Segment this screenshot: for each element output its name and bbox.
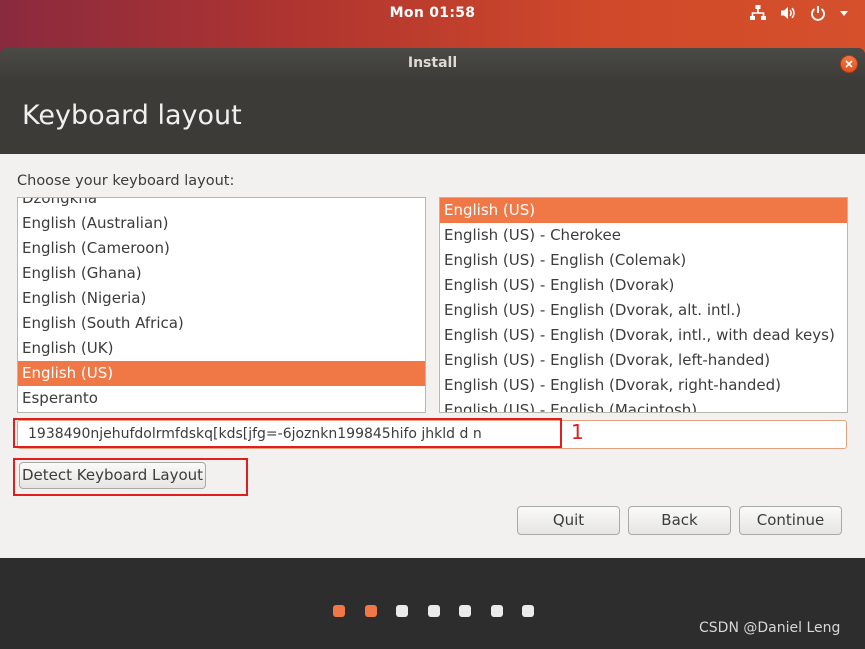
progress-dot: [364, 605, 377, 617]
variant-list-item[interactable]: English (US) - English (Dvorak, intl., w…: [440, 323, 847, 348]
layout-list[interactable]: Dzongkha English (Australian) English (Cam…: [17, 197, 426, 413]
watermark: CSDN @Daniel Leng: [699, 620, 841, 636]
progress-dot: [459, 605, 471, 617]
layout-list-item[interactable]: English (South Africa): [18, 311, 425, 336]
window-title: Install: [407, 55, 458, 71]
page-content: Choose your keyboard layout: Dzongkha Eng…: [0, 154, 865, 558]
progress-dot: [333, 605, 345, 617]
page-title: Keyboard layout: [22, 100, 242, 131]
layout-list-item[interactable]: English (Nigeria): [18, 286, 425, 311]
variant-list-item[interactable]: English (US) - Cherokee: [440, 223, 847, 248]
progress-dot: [490, 605, 503, 617]
layout-list-item[interactable]: English (UK): [18, 336, 425, 361]
variant-list-item[interactable]: English (US) - English (Dvorak, right-ha…: [440, 373, 847, 398]
variant-list-item[interactable]: English (US) - English (Dvorak): [440, 273, 847, 298]
layout-list-item[interactable]: English (US): [18, 361, 425, 386]
continue-button[interactable]: Continue: [739, 506, 842, 535]
variant-list-item[interactable]: English (US) - English (Colemak): [440, 248, 847, 273]
page-header: Keyboard layout: [0, 81, 865, 154]
variant-list-item[interactable]: English (US) - English (Dvorak, alt. int…: [440, 298, 847, 323]
power-icon[interactable]: [809, 4, 827, 22]
layout-list-item[interactable]: English (Cameroon): [18, 236, 425, 261]
layout-list-item[interactable]: Dzongkha: [18, 198, 425, 211]
clock[interactable]: Mon 01:58: [0, 5, 865, 21]
top-panel: Mon 01:58: [0, 0, 865, 28]
layout-list-rows: Dzongkha English (Australian) English (Cam…: [18, 198, 425, 411]
layout-list-item[interactable]: English (Australian): [18, 211, 425, 236]
progress-dot: [522, 605, 534, 617]
variant-list[interactable]: English (US) English (US) - Cherokee Engli…: [439, 197, 848, 413]
layout-list-item[interactable]: Esperanto: [18, 386, 425, 411]
close-button[interactable]: [840, 55, 858, 73]
variant-list-item[interactable]: English (US): [440, 198, 847, 223]
annotation-number: 1: [571, 420, 584, 444]
progress-dots: [0, 605, 865, 617]
variant-list-rows: English (US) English (US) - Cherokee Engli…: [440, 198, 847, 412]
back-button[interactable]: Back: [628, 506, 731, 535]
installer-window: Install Keyboard layout Choose your keyb…: [0, 48, 865, 649]
volume-icon[interactable]: [779, 4, 797, 22]
chevron-down-icon[interactable]: [839, 4, 849, 22]
progress-dot: [396, 605, 408, 617]
choose-layout-label: Choose your keyboard layout:: [17, 173, 235, 189]
variant-list-item[interactable]: English (US) - English (Macintosh): [440, 398, 847, 412]
system-tray: [749, 4, 849, 22]
network-icon[interactable]: [749, 4, 767, 22]
layout-list-item[interactable]: English (Ghana): [18, 261, 425, 286]
progress-dot: [427, 605, 440, 617]
detect-keyboard-layout-button[interactable]: Detect Keyboard Layout: [19, 462, 206, 489]
window-titlebar[interactable]: Install: [0, 48, 865, 81]
quit-button[interactable]: Quit: [517, 506, 620, 535]
annotation-box-input: [13, 418, 562, 448]
variant-list-item[interactable]: English (US) - English (Dvorak, left-han…: [440, 348, 847, 373]
close-icon: [845, 60, 853, 68]
